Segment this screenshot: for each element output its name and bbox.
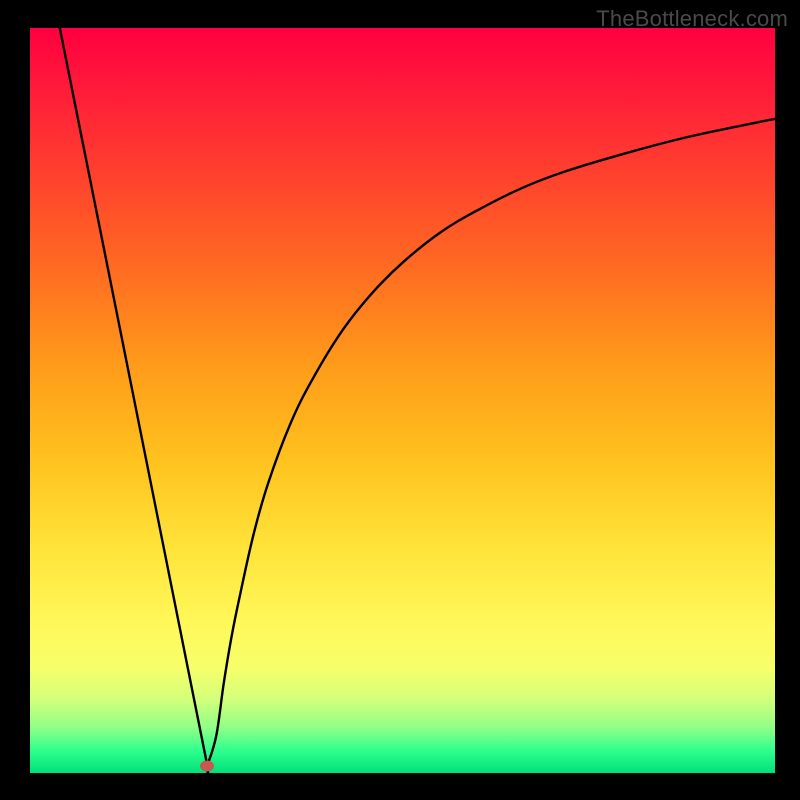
watermark-text: TheBottleneck.com [596,6,788,32]
bottom-border [0,773,800,800]
optimum-marker-icon [200,760,214,771]
right-border [775,0,800,800]
chart-plot-area [30,28,775,773]
left-border [0,0,30,800]
